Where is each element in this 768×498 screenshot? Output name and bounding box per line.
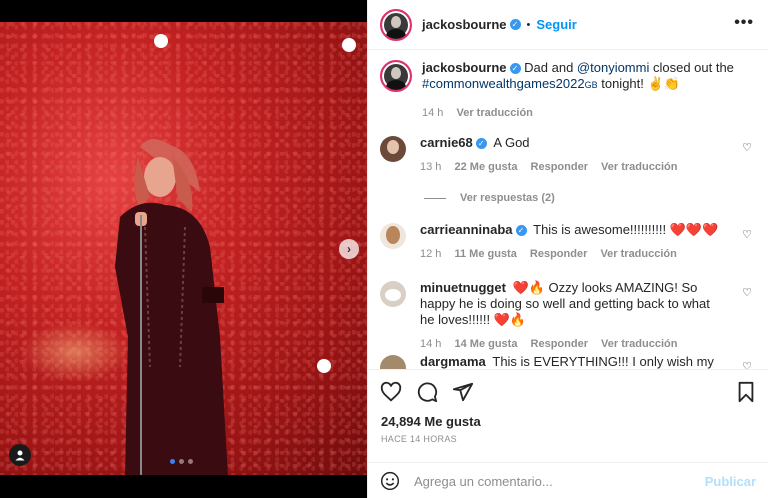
comment-item: dargmama This is EVERYTHING!!! I only wi…	[380, 354, 760, 369]
verified-badge-icon: ✓	[515, 225, 527, 236]
comment-item: carrieanninaba ✓ This is awesome!!!!!!!!!…	[380, 222, 760, 262]
carousel-dot	[179, 459, 184, 464]
reply-button[interactable]: Responder	[531, 161, 588, 173]
commenter-username[interactable]: dargmama	[420, 354, 486, 369]
balloon	[154, 34, 168, 48]
share-icon[interactable]	[452, 381, 474, 403]
separator-dot: •	[526, 18, 531, 31]
translate-link[interactable]: Ver traducción	[600, 248, 676, 260]
comment-emoji: ❤️🔥	[512, 280, 545, 295]
like-comment-heart-icon[interactable]: ♡	[742, 360, 752, 369]
post-header: jackosbourne ✓ • Seguir •••	[368, 0, 768, 50]
caption-text: Dad and	[524, 60, 577, 75]
emoji-icon[interactable]	[380, 471, 400, 491]
comment-icon[interactable]	[416, 381, 438, 403]
author-avatar[interactable]	[380, 8, 412, 41]
replies-label: Ver respuestas (2)	[460, 192, 555, 204]
comment-text: A God	[493, 135, 530, 150]
balloon	[317, 359, 331, 373]
next-slide-button[interactable]: ›	[339, 239, 359, 259]
verified-badge-icon: ✓	[509, 19, 521, 30]
chevron-right-icon: ›	[347, 242, 351, 256]
caption-text: closed out the	[649, 60, 734, 75]
comment-likes[interactable]: 11 Me gusta	[454, 248, 516, 260]
bookmark-icon[interactable]	[736, 381, 756, 403]
comment-likes[interactable]: 22 Me gusta	[454, 161, 517, 173]
like-comment-heart-icon[interactable]: ♡	[742, 228, 752, 241]
post-time-ago: HACE 14 HORAS	[381, 434, 457, 444]
commenter-avatar[interactable]	[380, 136, 406, 162]
translate-link[interactable]: Ver traducción	[601, 338, 677, 350]
translate-link[interactable]: Ver traducción	[601, 161, 677, 173]
tagged-users-button[interactable]	[9, 444, 31, 466]
replies-line	[424, 197, 446, 199]
comments-scroll-area[interactable]: jackosbourne ✓ Dad and @tonyiommi closed …	[368, 51, 768, 369]
post-actions: 24,894 Me gusta HACE 14 HORAS Publicar	[368, 369, 768, 498]
commenter-username[interactable]: carnie68	[420, 135, 473, 150]
balloon	[342, 38, 356, 52]
mention-link[interactable]: @tonyiommi	[577, 60, 649, 75]
more-options-icon[interactable]: •••	[734, 14, 754, 32]
comment-time: 13 h	[420, 161, 442, 173]
caption-text: tonight!	[597, 76, 648, 91]
media-viewer: ›	[0, 0, 367, 498]
verified-badge-icon: ✓	[509, 63, 521, 74]
post-caption: jackosbourne ✓ Dad and @tonyiommi closed …	[380, 60, 760, 121]
comment-emoji: ❤️❤️❤️	[669, 222, 719, 237]
reply-button[interactable]: Responder	[530, 248, 587, 260]
carousel-indicator	[170, 459, 193, 464]
caption-emoji: ✌️👏	[647, 76, 680, 91]
author-username[interactable]: jackosbourne	[422, 17, 507, 32]
translate-link[interactable]: Ver traducción	[456, 107, 532, 119]
publish-button[interactable]: Publicar	[705, 474, 756, 489]
reply-button[interactable]: Responder	[531, 338, 588, 350]
comment-item: minuetnugget ❤️🔥 Ozzy looks AMAZING! So …	[380, 280, 760, 352]
comment-time: 14 h	[420, 338, 442, 350]
caption-time: 14 h	[422, 107, 444, 119]
comment-item: carnie68 ✓ A God 13 h 22 Me gusta Respond…	[380, 135, 760, 175]
likes-count[interactable]: 24,894 Me gusta	[381, 414, 481, 429]
caption-username[interactable]: jackosbourne	[422, 60, 507, 75]
carousel-dot	[188, 459, 193, 464]
follow-button[interactable]: Seguir	[536, 17, 576, 32]
comment-likes[interactable]: 14 Me gusta	[454, 338, 517, 350]
carousel-dot	[170, 459, 175, 464]
commenter-avatar[interactable]	[380, 223, 406, 249]
heart-icon[interactable]	[380, 381, 402, 403]
like-comment-heart-icon[interactable]: ♡	[742, 141, 752, 154]
view-replies-button[interactable]: Ver respuestas (2)	[424, 192, 555, 204]
performer-figure	[115, 138, 228, 475]
user-icon	[15, 450, 25, 461]
comment-emoji: ❤️🔥	[493, 312, 527, 327]
commenter-username[interactable]: carrieanninaba	[420, 222, 513, 237]
like-comment-heart-icon[interactable]: ♡	[742, 286, 752, 299]
author-avatar[interactable]	[380, 60, 412, 92]
commenter-avatar[interactable]	[380, 281, 406, 307]
post-details-panel: jackosbourne ✓ • Seguir ••• jackosbourne…	[367, 0, 768, 498]
hashtag-link[interactable]: #commonwealthgames2022GB	[422, 76, 598, 91]
comment-input[interactable]	[414, 473, 705, 489]
verified-badge-icon: ✓	[475, 138, 487, 149]
post-photo[interactable]	[0, 22, 367, 475]
commenter-username[interactable]: minuetnugget	[420, 280, 506, 295]
comment-form: Publicar	[368, 462, 768, 498]
comment-text: This is awesome!!!!!!!!!!	[533, 222, 670, 237]
comment-time: 12 h	[420, 248, 442, 260]
commenter-avatar[interactable]	[380, 355, 406, 369]
